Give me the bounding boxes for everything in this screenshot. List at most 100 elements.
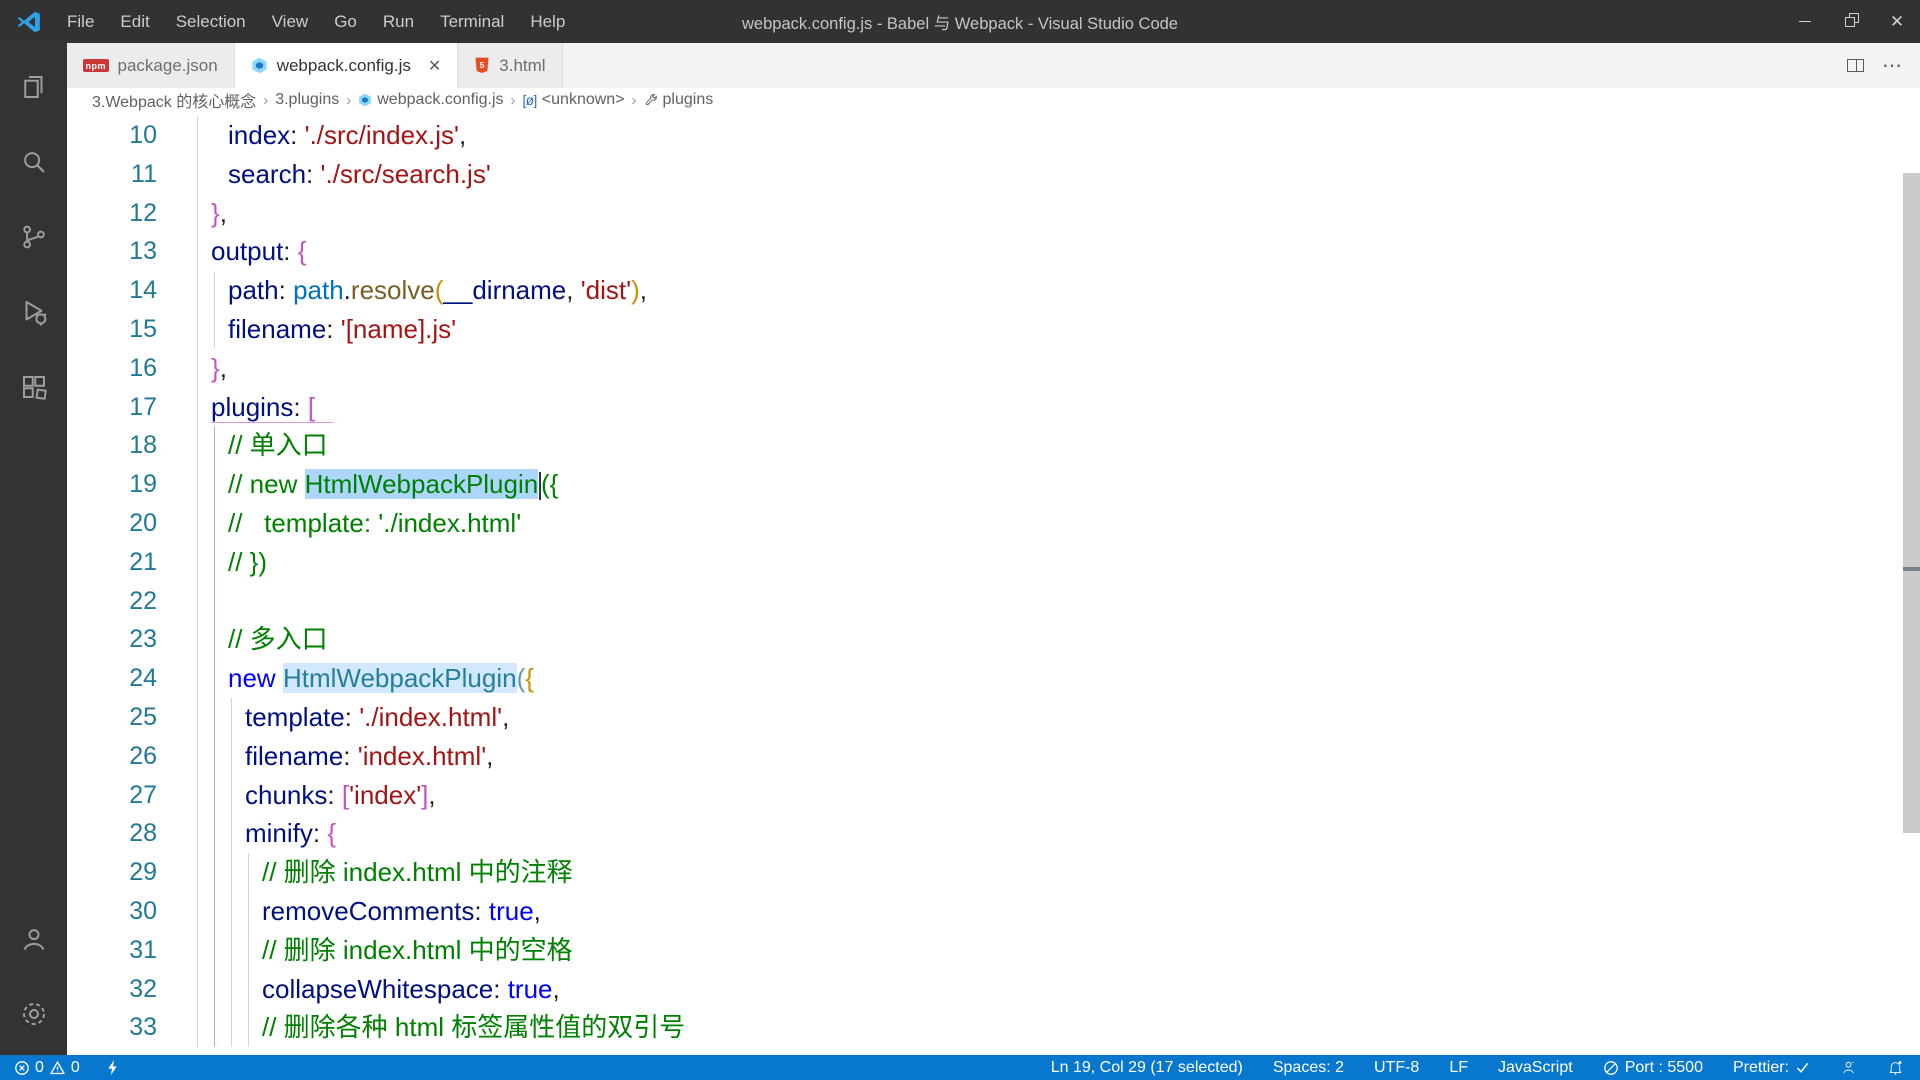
encoding-setting[interactable]: UTF-8 bbox=[1374, 1059, 1419, 1077]
code-line[interactable]: plugins: [ bbox=[194, 387, 1898, 427]
line-number[interactable]: 14 bbox=[67, 271, 157, 310]
code-line[interactable] bbox=[194, 581, 1898, 621]
line-number[interactable]: 10 bbox=[67, 116, 157, 155]
line-number[interactable]: 30 bbox=[67, 892, 157, 931]
search-icon[interactable] bbox=[0, 131, 67, 193]
breadcrumb-item-symbol[interactable]: [ø] <unknown> bbox=[523, 91, 625, 109]
line-number[interactable]: 33 bbox=[67, 1008, 157, 1047]
code-line[interactable]: // template: './index.html' bbox=[194, 503, 1898, 543]
code-line[interactable]: path: path.resolve(__dirname, 'dist'), bbox=[194, 271, 1898, 310]
live-server-port[interactable]: Port : 5500 bbox=[1603, 1059, 1703, 1077]
code-line[interactable]: // }) bbox=[194, 542, 1898, 582]
code-line[interactable]: new HtmlWebpackPlugin({ bbox=[194, 659, 1898, 698]
menu-go[interactable]: Go bbox=[323, 8, 368, 36]
line-number[interactable]: 32 bbox=[67, 970, 157, 1009]
cursor-position[interactable]: Ln 19, Col 29 (17 selected) bbox=[1051, 1059, 1243, 1077]
menu-run[interactable]: Run bbox=[372, 8, 425, 36]
line-number[interactable]: 29 bbox=[67, 853, 157, 892]
settings-gear-icon[interactable] bbox=[0, 983, 67, 1045]
menu-file[interactable]: File bbox=[56, 8, 105, 36]
code-line[interactable]: filename: '[name].js' bbox=[194, 309, 1898, 349]
code-line[interactable]: index: './src/index.js', bbox=[194, 116, 1898, 155]
feedback-indicator[interactable] bbox=[1840, 1059, 1857, 1076]
menu-terminal[interactable]: Terminal bbox=[429, 8, 515, 36]
code-line[interactable]: removeComments: true, bbox=[194, 891, 1898, 931]
extensions-icon[interactable] bbox=[0, 356, 67, 418]
code-line[interactable]: }, bbox=[194, 348, 1898, 388]
code-line[interactable]: // 删除各种 html 标签属性值的双引号 bbox=[194, 1008, 1898, 1048]
line-number[interactable]: 21 bbox=[67, 543, 157, 582]
tab-label: webpack.config.js bbox=[276, 55, 411, 75]
split-editor-icon[interactable] bbox=[1847, 59, 1864, 72]
breadcrumb-item-folder[interactable]: 3.plugins bbox=[275, 91, 339, 109]
line-number[interactable]: 18 bbox=[67, 426, 157, 465]
code-line[interactable]: // 多入口 bbox=[194, 620, 1898, 660]
line-number[interactable]: 27 bbox=[67, 776, 157, 815]
line-number[interactable]: 22 bbox=[67, 582, 157, 621]
error-count: 0 bbox=[35, 1058, 44, 1076]
line-number[interactable]: 11 bbox=[67, 155, 157, 194]
account-icon[interactable] bbox=[0, 908, 67, 970]
breadcrumb-item-file[interactable]: webpack.config.js bbox=[358, 91, 504, 109]
status-bar: 0 0 Ln 19, Col 29 (17 selected) Spaces: … bbox=[0, 1055, 1920, 1080]
breadcrumb-item-plugins[interactable]: plugins bbox=[644, 91, 713, 109]
line-number[interactable]: 16 bbox=[67, 349, 157, 388]
code-line[interactable]: search: './src/search.js' bbox=[194, 154, 1898, 194]
line-number[interactable]: 31 bbox=[67, 931, 157, 970]
code-line[interactable]: }, bbox=[194, 193, 1898, 233]
line-number[interactable]: 15 bbox=[67, 310, 157, 349]
line-number[interactable]: 24 bbox=[67, 659, 157, 698]
line-number[interactable]: 26 bbox=[67, 737, 157, 776]
notifications-indicator[interactable] bbox=[1887, 1059, 1904, 1076]
indentation-setting[interactable]: Spaces: 2 bbox=[1273, 1059, 1344, 1077]
breadcrumb-item-folder[interactable]: 3.Webpack 的核心概念 bbox=[92, 88, 256, 112]
tab-close-icon[interactable]: ✕ bbox=[428, 56, 441, 76]
problems-indicator[interactable]: 0 0 bbox=[14, 1059, 80, 1077]
live-reload-indicator[interactable] bbox=[106, 1059, 119, 1076]
code-line[interactable]: // 删除 index.html 中的注释 bbox=[194, 853, 1898, 892]
eol-setting[interactable]: LF bbox=[1449, 1059, 1468, 1077]
menu-help[interactable]: Help bbox=[519, 8, 576, 36]
line-number[interactable]: 13 bbox=[67, 232, 157, 271]
code-line[interactable]: // new HtmlWebpackPlugin({ bbox=[194, 465, 1898, 504]
code-line[interactable]: filename: 'index.html', bbox=[194, 736, 1898, 776]
line-number[interactable]: 28 bbox=[67, 814, 157, 853]
code-line[interactable]: // 删除 index.html 中的空格 bbox=[194, 930, 1898, 970]
scrollbar-thumb[interactable] bbox=[1903, 173, 1920, 833]
indent-guide bbox=[197, 581, 198, 621]
code-line[interactable]: chunks: ['index'], bbox=[194, 775, 1898, 815]
code-line[interactable]: minify: { bbox=[194, 814, 1898, 854]
line-number[interactable]: 25 bbox=[67, 698, 157, 737]
line-number[interactable]: 20 bbox=[67, 504, 157, 543]
active-indent-guide bbox=[214, 581, 215, 621]
language-mode[interactable]: JavaScript bbox=[1498, 1059, 1573, 1077]
chevron-right-icon: › bbox=[346, 91, 352, 109]
feedback-icon bbox=[1843, 1061, 1854, 1074]
tab-3-html[interactable]: 5 3.html bbox=[458, 43, 563, 88]
menu-view[interactable]: View bbox=[261, 8, 320, 36]
code-line[interactable]: // 单入口 bbox=[194, 426, 1898, 466]
tab-package-json[interactable]: npm package.json bbox=[67, 43, 235, 88]
line-number[interactable]: 23 bbox=[67, 620, 157, 659]
webpack-icon bbox=[359, 93, 372, 107]
close-button[interactable]: ✕ bbox=[1874, 0, 1920, 43]
prettier-status[interactable]: Prettier: bbox=[1733, 1059, 1810, 1077]
line-number[interactable]: 19 bbox=[67, 465, 157, 504]
html5-icon: 5 bbox=[475, 57, 489, 74]
line-number[interactable]: 17 bbox=[67, 388, 157, 427]
minimize-button[interactable] bbox=[1782, 0, 1828, 43]
code-line[interactable]: template: './index.html', bbox=[194, 697, 1898, 737]
code-line[interactable]: output: { bbox=[194, 232, 1898, 272]
tab-webpack-config-js[interactable]: webpack.config.js ✕ bbox=[234, 43, 459, 88]
source-control-icon[interactable] bbox=[0, 206, 67, 268]
menu-edit[interactable]: Edit bbox=[109, 8, 160, 36]
chevron-right-icon: › bbox=[510, 91, 516, 109]
chevron-right-icon: › bbox=[631, 91, 637, 109]
line-number[interactable]: 12 bbox=[67, 194, 157, 233]
run-debug-icon[interactable] bbox=[0, 281, 67, 343]
explorer-icon[interactable] bbox=[0, 56, 67, 118]
code-line[interactable]: collapseWhitespace: true, bbox=[194, 969, 1898, 1009]
menu-selection[interactable]: Selection bbox=[165, 8, 257, 36]
bell-icon bbox=[1889, 1061, 1902, 1075]
restore-button[interactable] bbox=[1828, 0, 1874, 43]
